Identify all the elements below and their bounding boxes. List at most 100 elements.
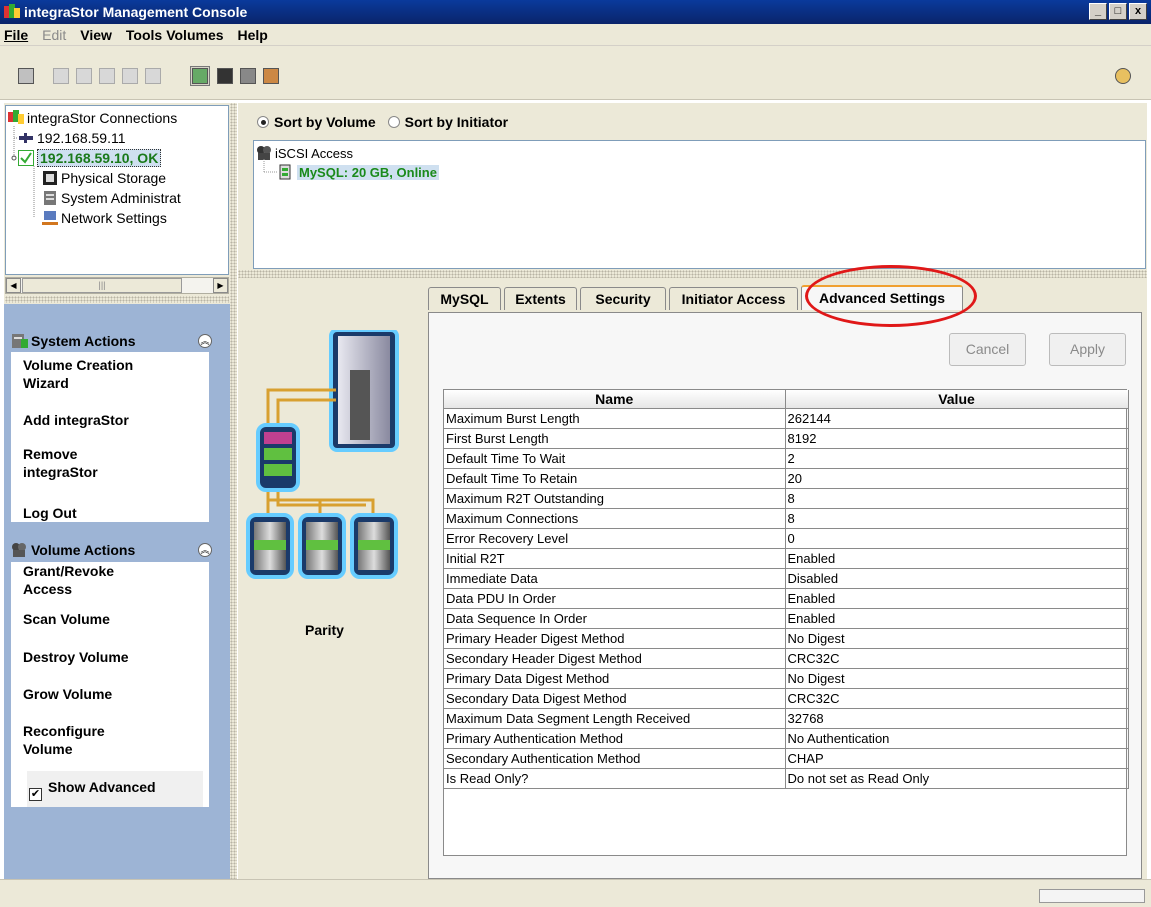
tab-security[interactable]: Security	[580, 287, 666, 310]
setting-value[interactable]: No Digest	[785, 628, 1129, 649]
apply-button[interactable]: Apply	[1049, 333, 1126, 366]
table-row[interactable]: Is Read Only? Do not set as Read Only	[444, 768, 1129, 789]
scroll-right-icon[interactable]: ▶	[213, 278, 228, 293]
tab-initiator-access[interactable]: Initiator Access	[669, 287, 798, 310]
volume-actions-title: Volume Actions	[31, 542, 136, 558]
setting-value[interactable]: CHAP	[785, 748, 1129, 769]
sort-by-initiator-radio[interactable]	[387, 116, 400, 128]
table-row[interactable]: Maximum Data Segment Length Received 3276…	[444, 708, 1129, 729]
data-disk-icon	[298, 513, 346, 579]
redo-icon[interactable]	[143, 66, 163, 86]
horizontal-splitter[interactable]	[238, 270, 1147, 278]
setting-value[interactable]: 8	[785, 508, 1129, 529]
vertical-splitter[interactable]	[230, 103, 237, 879]
setting-value[interactable]: CRC32C	[785, 688, 1129, 709]
setting-value[interactable]: Disabled	[785, 568, 1129, 589]
table-row[interactable]: Maximum R2T Outstanding 8	[444, 488, 1129, 509]
volume-actions-header[interactable]: Volume Actions	[11, 540, 211, 560]
log-out-link[interactable]: Log Out	[23, 504, 77, 522]
table-row[interactable]: Secondary Authentication Method CHAP	[444, 748, 1129, 769]
menu-help[interactable]: Help	[238, 27, 268, 43]
setting-value[interactable]: 20	[785, 468, 1129, 489]
table-row[interactable]: Primary Header Digest Method No Digest	[444, 628, 1129, 649]
table-row[interactable]: Data PDU In Order Enabled	[444, 588, 1129, 609]
mysql-volume-node[interactable]: MySQL: 20 GB, Online	[278, 162, 439, 182]
table-row[interactable]: Maximum Burst Length 262144	[444, 408, 1129, 429]
system-actions-header[interactable]: System Actions	[11, 331, 211, 351]
menu-volumes[interactable]: Volumes	[166, 27, 223, 43]
remove-integrastor-link[interactable]: Remove integraStor	[23, 445, 98, 481]
setting-value[interactable]: 262144	[785, 408, 1129, 429]
setting-value[interactable]: Enabled	[785, 588, 1129, 609]
show-advanced-checkbox[interactable]: ✔	[29, 788, 42, 801]
column-value[interactable]: Value	[785, 390, 1129, 409]
data-disk-icon	[350, 513, 398, 579]
volume-creation-wizard-link[interactable]: Volume Creation Wizard	[23, 356, 133, 392]
setting-name: Maximum R2T Outstanding	[444, 488, 786, 509]
scroll-left-icon[interactable]: ◀	[6, 278, 21, 293]
copy-icon[interactable]	[74, 66, 94, 86]
setting-value[interactable]: Do not set as Read Only	[785, 768, 1129, 789]
tab-mysql[interactable]: MySQL	[428, 287, 501, 310]
table-row[interactable]: Secondary Data Digest Method CRC32C	[444, 688, 1129, 709]
setting-value[interactable]: 0	[785, 528, 1129, 549]
menu-tools[interactable]: Tools	[126, 27, 162, 43]
setting-value[interactable]: 8	[785, 488, 1129, 509]
setting-value[interactable]: No Authentication	[785, 728, 1129, 749]
close-button[interactable]: x	[1129, 3, 1147, 20]
add-integrastor-link[interactable]: Add integraStor	[23, 411, 129, 429]
sort-by-volume-radio[interactable]	[257, 116, 269, 128]
grow-volume-link[interactable]: Grow Volume	[23, 685, 112, 703]
setting-value[interactable]: Enabled	[785, 548, 1129, 569]
network-icon[interactable]	[261, 66, 281, 86]
physical-storage-icon[interactable]	[215, 66, 235, 86]
setting-value[interactable]: 32768	[785, 708, 1129, 729]
setting-value[interactable]: 8192	[785, 428, 1129, 449]
sort-by-volume-label: Sort by Volume	[274, 114, 376, 130]
setting-value[interactable]: Enabled	[785, 608, 1129, 629]
table-row[interactable]: Error Recovery Level 0	[444, 528, 1129, 549]
table-row[interactable]: Secondary Header Digest Method CRC32C	[444, 648, 1129, 669]
cut-icon[interactable]	[51, 66, 71, 86]
setting-name: Secondary Authentication Method	[444, 748, 786, 769]
cancel-button[interactable]: Cancel	[949, 333, 1026, 366]
setting-name: Primary Header Digest Method	[444, 628, 786, 649]
undo-icon[interactable]	[120, 66, 140, 86]
collapse-system-actions-icon[interactable]: ︽	[198, 334, 212, 348]
collapse-volume-actions-icon[interactable]: ︽	[198, 543, 212, 557]
destroy-volume-link[interactable]: Destroy Volume	[23, 648, 129, 666]
maximize-button[interactable]: □	[1109, 3, 1127, 20]
minimize-button[interactable]: _	[1089, 3, 1107, 20]
setting-value[interactable]: CRC32C	[785, 648, 1129, 669]
iscsi-access-icon[interactable]	[190, 66, 210, 86]
system-admin-icon[interactable]	[238, 66, 258, 86]
column-name[interactable]: Name	[444, 390, 786, 409]
setting-value[interactable]: 2	[785, 448, 1129, 469]
tab-extents[interactable]: Extents	[504, 287, 577, 310]
paste-icon[interactable]	[97, 66, 117, 86]
setting-name: Secondary Header Digest Method	[444, 648, 786, 669]
table-row[interactable]: First Burst Length 8192	[444, 428, 1129, 449]
setting-value[interactable]: No Digest	[785, 668, 1129, 689]
scan-volume-link[interactable]: Scan Volume	[23, 610, 110, 628]
table-row[interactable]: Primary Authentication Method No Authenti…	[444, 728, 1129, 749]
table-row[interactable]: Maximum Connections 8	[444, 508, 1129, 529]
reconfigure-volume-link[interactable]: Reconfigure Volume	[23, 722, 105, 758]
menu-file[interactable]: File	[4, 27, 28, 43]
scroll-thumb[interactable]: |||	[22, 278, 182, 293]
help-icon[interactable]	[1113, 66, 1133, 86]
table-row[interactable]: Default Time To Retain 20	[444, 468, 1129, 489]
table-row[interactable]: Immediate Data Disabled	[444, 568, 1129, 589]
table-row[interactable]: Default Time To Wait 2	[444, 448, 1129, 469]
menu-view[interactable]: View	[80, 27, 112, 43]
table-row[interactable]: Data Sequence In Order Enabled	[444, 608, 1129, 629]
table-row[interactable]: Initial R2T Enabled	[444, 548, 1129, 569]
grant-revoke-access-link[interactable]: Grant/Revoke Access	[23, 562, 114, 598]
table-row[interactable]: Primary Data Digest Method No Digest	[444, 668, 1129, 689]
menu-edit[interactable]: Edit	[42, 27, 66, 43]
tree-horizontal-scrollbar[interactable]: ◀ ||| ▶	[5, 277, 229, 294]
setting-name: First Burst Length	[444, 428, 786, 449]
volume-actions-icon	[11, 542, 29, 558]
left-splitter[interactable]	[5, 296, 229, 303]
panel-icon[interactable]	[16, 66, 36, 86]
